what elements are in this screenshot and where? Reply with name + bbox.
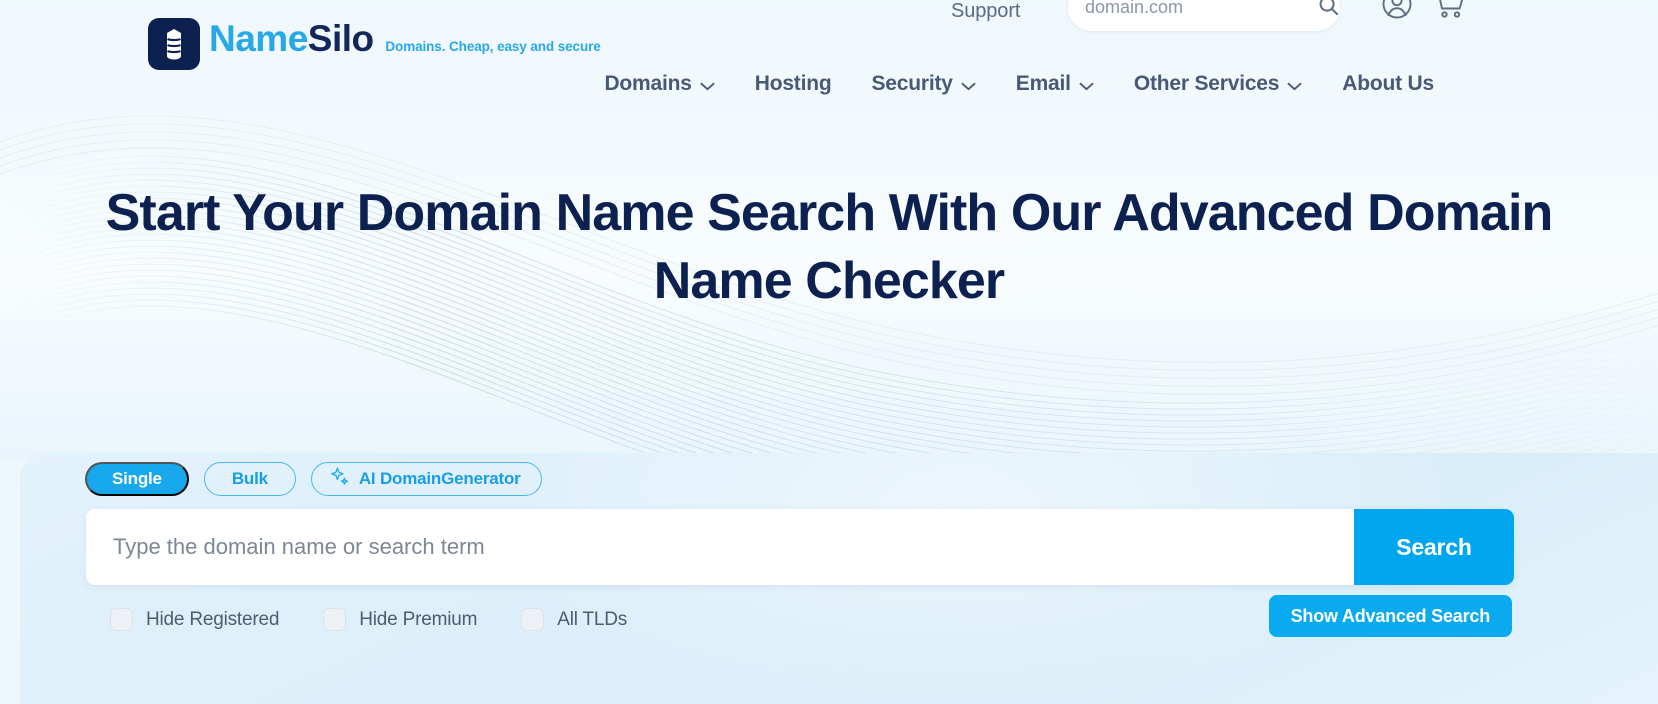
checkbox-hide-registered[interactable] bbox=[110, 608, 133, 631]
nav-label: Domains bbox=[604, 71, 692, 95]
page-title: Start Your Domain Name Search With Our A… bbox=[105, 184, 1554, 310]
checkbox-all-tlds[interactable] bbox=[521, 608, 545, 631]
tab-single[interactable]: Single bbox=[85, 462, 189, 496]
chevron-down-icon bbox=[1287, 73, 1302, 97]
header-search-box[interactable] bbox=[1068, 0, 1340, 31]
domain-search-panel: Single Bulk AI DomainGenerator Search Hi… bbox=[20, 453, 1658, 704]
domain-search-bar: Search bbox=[86, 509, 1514, 585]
support-link[interactable]: Support bbox=[951, 0, 1020, 23]
logo-tagline: Domains. Cheap, easy and secure bbox=[385, 39, 601, 54]
domain-search-input[interactable] bbox=[86, 509, 1354, 585]
search-filter-options: Hide Registered Hide Premium All TLDs bbox=[110, 608, 627, 631]
option-label: Hide Registered bbox=[146, 608, 280, 630]
site-logo[interactable]: NameSilo Domains. Cheap, easy and secure bbox=[148, 18, 601, 70]
nav-label: Security bbox=[871, 71, 953, 95]
user-circle-icon[interactable] bbox=[1381, 0, 1413, 25]
tab-ai-domain-generator[interactable]: AI DomainGenerator bbox=[310, 462, 542, 496]
tab-label: Single bbox=[112, 469, 162, 488]
logo-silo-text: Silo bbox=[307, 18, 374, 59]
main-navigation: Domains Hosting Security Email Other Ser… bbox=[0, 70, 1658, 97]
tab-bulk[interactable]: Bulk bbox=[203, 462, 296, 496]
nav-item-hosting[interactable]: Hosting bbox=[735, 72, 852, 96]
logo-name-text: Name bbox=[209, 18, 308, 59]
chevron-down-icon bbox=[1079, 73, 1094, 97]
header-search-input[interactable] bbox=[1085, 0, 1317, 18]
chevron-down-icon bbox=[700, 73, 715, 97]
nav-label: Email bbox=[1015, 71, 1071, 95]
database-stack-icon bbox=[148, 18, 200, 70]
nav-item-email[interactable]: Email bbox=[996, 70, 1114, 97]
nav-label: Hosting bbox=[754, 71, 832, 95]
checkbox-hide-premium[interactable] bbox=[323, 608, 347, 631]
nav-label: About Us bbox=[1342, 71, 1434, 95]
logo-wordmark: NameSilo Domains. Cheap, easy and secure bbox=[209, 18, 601, 59]
search-button[interactable]: Search bbox=[1354, 509, 1514, 585]
nav-item-domains[interactable]: Domains bbox=[584, 70, 734, 97]
shopping-cart-icon[interactable] bbox=[1432, 0, 1466, 25]
tab-label: AI DomainGenerator bbox=[358, 469, 521, 488]
search-mode-tabs: Single Bulk AI DomainGenerator bbox=[85, 462, 542, 496]
option-all-tlds[interactable]: All TLDs bbox=[521, 608, 627, 631]
chevron-down-icon bbox=[961, 73, 976, 97]
nav-item-about-us[interactable]: About Us bbox=[1322, 72, 1454, 96]
sparkle-icon bbox=[329, 466, 351, 493]
option-hide-registered[interactable]: Hide Registered bbox=[110, 608, 279, 631]
option-label: Hide Premium bbox=[359, 608, 478, 630]
show-advanced-search-button[interactable]: Show Advanced Search bbox=[1268, 595, 1512, 637]
site-header: NameSilo Domains. Cheap, easy and secure… bbox=[0, 0, 1658, 120]
nav-item-other-services[interactable]: Other Services bbox=[1114, 70, 1322, 97]
search-icon[interactable] bbox=[1317, 0, 1340, 22]
nav-label: Other Services bbox=[1133, 71, 1280, 95]
option-label: All TLDs bbox=[557, 608, 628, 630]
tab-label: Bulk bbox=[231, 469, 268, 488]
nav-item-security[interactable]: Security bbox=[852, 70, 996, 97]
option-hide-premium[interactable]: Hide Premium bbox=[323, 608, 477, 631]
